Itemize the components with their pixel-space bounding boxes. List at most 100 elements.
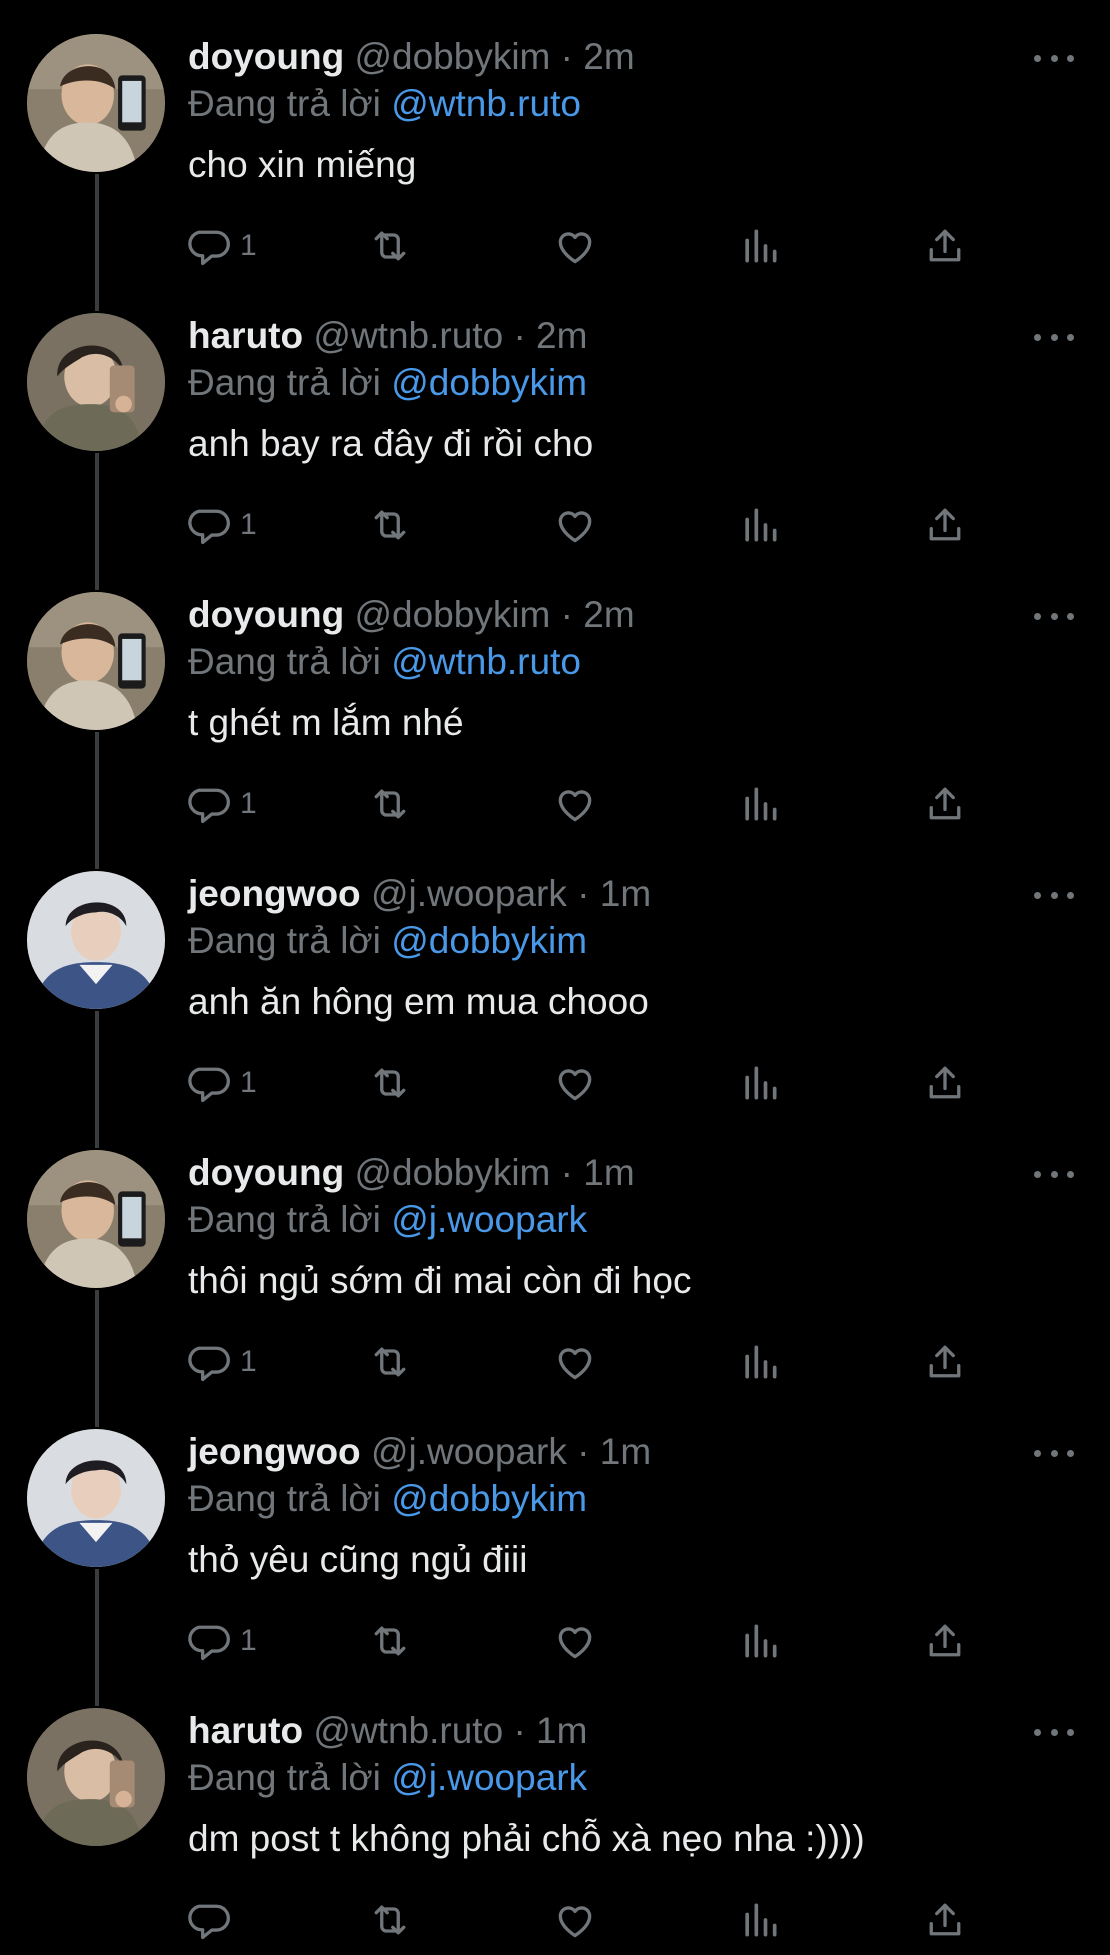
- tweet[interactable]: jeongwoo @j.woopark · 1m Đang trả lời @d…: [0, 839, 1110, 1148]
- retweet-button[interactable]: [368, 778, 412, 830]
- user-handle[interactable]: @wtnb.ruto: [313, 315, 503, 356]
- like-button[interactable]: [553, 1057, 597, 1109]
- reply-button[interactable]: [188, 1894, 240, 1946]
- timestamp[interactable]: 1m: [536, 1710, 587, 1751]
- views-icon: [745, 508, 777, 542]
- like-button[interactable]: [553, 499, 597, 551]
- display-name[interactable]: haruto: [188, 315, 303, 356]
- more-icon[interactable]: [1034, 1168, 1074, 1180]
- mention-link[interactable]: @wtnb.ruto: [391, 641, 581, 682]
- share-button[interactable]: [923, 1057, 967, 1109]
- views-button[interactable]: [738, 220, 782, 272]
- more-icon[interactable]: [1034, 1726, 1074, 1738]
- timestamp[interactable]: 1m: [600, 873, 651, 914]
- replying-prefix: Đang trả lời: [188, 1478, 381, 1519]
- tweet[interactable]: haruto @wtnb.ruto · 2m Đang trả lời @dob…: [0, 281, 1110, 590]
- like-button[interactable]: [553, 778, 597, 830]
- retweet-icon: [374, 1905, 406, 1935]
- more-icon[interactable]: [1034, 610, 1074, 622]
- like-button[interactable]: [553, 1894, 597, 1946]
- tweet[interactable]: doyoung @dobbykim · 2m Đang trả lời @wtn…: [0, 2, 1110, 311]
- retweet-button[interactable]: [368, 1894, 412, 1946]
- doyoung-avatar[interactable]: [27, 592, 165, 730]
- retweet-button[interactable]: [368, 1057, 412, 1109]
- tweet[interactable]: doyoung @dobbykim · 2m Đang trả lời @wtn…: [0, 560, 1110, 869]
- user-handle[interactable]: @dobbykim: [354, 594, 550, 635]
- reply-button[interactable]: 1: [188, 778, 257, 830]
- retweet-button[interactable]: [368, 1336, 412, 1388]
- user-handle[interactable]: @j.woopark: [371, 873, 567, 914]
- share-button[interactable]: [923, 1615, 967, 1667]
- display-name[interactable]: haruto: [188, 1710, 303, 1751]
- share-button[interactable]: [923, 499, 967, 551]
- tweet[interactable]: doyoung @dobbykim · 1m Đang trả lời @j.w…: [0, 1118, 1110, 1427]
- user-handle[interactable]: @dobbykim: [354, 1152, 550, 1193]
- timestamp[interactable]: 2m: [583, 36, 634, 77]
- views-button[interactable]: [738, 1615, 782, 1667]
- reply-button[interactable]: 1: [188, 1615, 257, 1667]
- views-button[interactable]: [738, 1057, 782, 1109]
- haruto-avatar[interactable]: [27, 313, 165, 451]
- display-name[interactable]: doyoung: [188, 36, 344, 77]
- jeongwoo-avatar[interactable]: [27, 1429, 165, 1567]
- haruto-avatar[interactable]: [27, 1708, 165, 1846]
- like-button[interactable]: [553, 220, 597, 272]
- replying-prefix: Đang trả lời: [188, 920, 381, 961]
- reply-icon: [188, 1067, 230, 1103]
- mention-link[interactable]: @j.woopark: [391, 1199, 587, 1240]
- timestamp[interactable]: 1m: [583, 1152, 634, 1193]
- mention-link[interactable]: @dobbykim: [391, 362, 587, 403]
- tweet[interactable]: haruto @wtnb.ruto · 1m Đang trả lời @j.w…: [0, 1676, 1110, 1955]
- reply-count: 1: [240, 787, 257, 820]
- reply-button[interactable]: 1: [188, 1057, 257, 1109]
- tweet-header: doyoung @dobbykim · 2m: [188, 35, 635, 79]
- reply-count: 1: [240, 1066, 257, 1099]
- mention-link[interactable]: @j.woopark: [391, 1757, 587, 1798]
- views-icon: [745, 229, 777, 263]
- mention-link[interactable]: @dobbykim: [391, 920, 587, 961]
- reply-button[interactable]: 1: [188, 220, 257, 272]
- reply-button[interactable]: 1: [188, 1336, 257, 1388]
- share-button[interactable]: [923, 220, 967, 272]
- views-button[interactable]: [738, 778, 782, 830]
- tweet-actions: 1: [188, 499, 988, 555]
- display-name[interactable]: jeongwoo: [188, 873, 361, 914]
- replying-prefix: Đang trả lời: [188, 641, 381, 682]
- doyoung-avatar[interactable]: [27, 1150, 165, 1288]
- retweet-button[interactable]: [368, 1615, 412, 1667]
- reply-button[interactable]: 1: [188, 499, 257, 551]
- share-button[interactable]: [923, 778, 967, 830]
- display-name[interactable]: doyoung: [188, 594, 344, 635]
- views-button[interactable]: [738, 499, 782, 551]
- like-button[interactable]: [553, 1336, 597, 1388]
- more-icon[interactable]: [1034, 331, 1074, 343]
- doyoung-avatar[interactable]: [27, 34, 165, 172]
- replying-to: Đang trả lời @wtnb.ruto: [188, 82, 581, 126]
- user-handle[interactable]: @wtnb.ruto: [313, 1710, 503, 1751]
- user-handle[interactable]: @j.woopark: [371, 1431, 567, 1472]
- tweet-text: dm post t không phải chỗ xà nẹo nha :)))…: [188, 1818, 865, 1859]
- retweet-button[interactable]: [368, 220, 412, 272]
- mention-link[interactable]: @dobbykim: [391, 1478, 587, 1519]
- timestamp[interactable]: 1m: [600, 1431, 651, 1472]
- replying-to: Đang trả lời @j.woopark: [188, 1198, 587, 1242]
- more-icon[interactable]: [1034, 52, 1074, 64]
- user-handle[interactable]: @dobbykim: [354, 36, 550, 77]
- display-name[interactable]: doyoung: [188, 1152, 344, 1193]
- tweet[interactable]: jeongwoo @j.woopark · 1m Đang trả lời @d…: [0, 1397, 1110, 1706]
- mention-link[interactable]: @wtnb.ruto: [391, 83, 581, 124]
- timestamp[interactable]: 2m: [536, 315, 587, 356]
- views-icon: [745, 1345, 777, 1379]
- like-button[interactable]: [553, 1615, 597, 1667]
- display-name[interactable]: jeongwoo: [188, 1431, 361, 1472]
- retweet-button[interactable]: [368, 499, 412, 551]
- views-button[interactable]: [738, 1336, 782, 1388]
- share-button[interactable]: [923, 1336, 967, 1388]
- share-button[interactable]: [923, 1894, 967, 1946]
- timestamp[interactable]: 2m: [583, 594, 634, 635]
- more-icon[interactable]: [1034, 1447, 1074, 1459]
- views-button[interactable]: [738, 1894, 782, 1946]
- reply-icon: [188, 230, 230, 266]
- more-icon[interactable]: [1034, 889, 1074, 901]
- jeongwoo-avatar[interactable]: [27, 871, 165, 1009]
